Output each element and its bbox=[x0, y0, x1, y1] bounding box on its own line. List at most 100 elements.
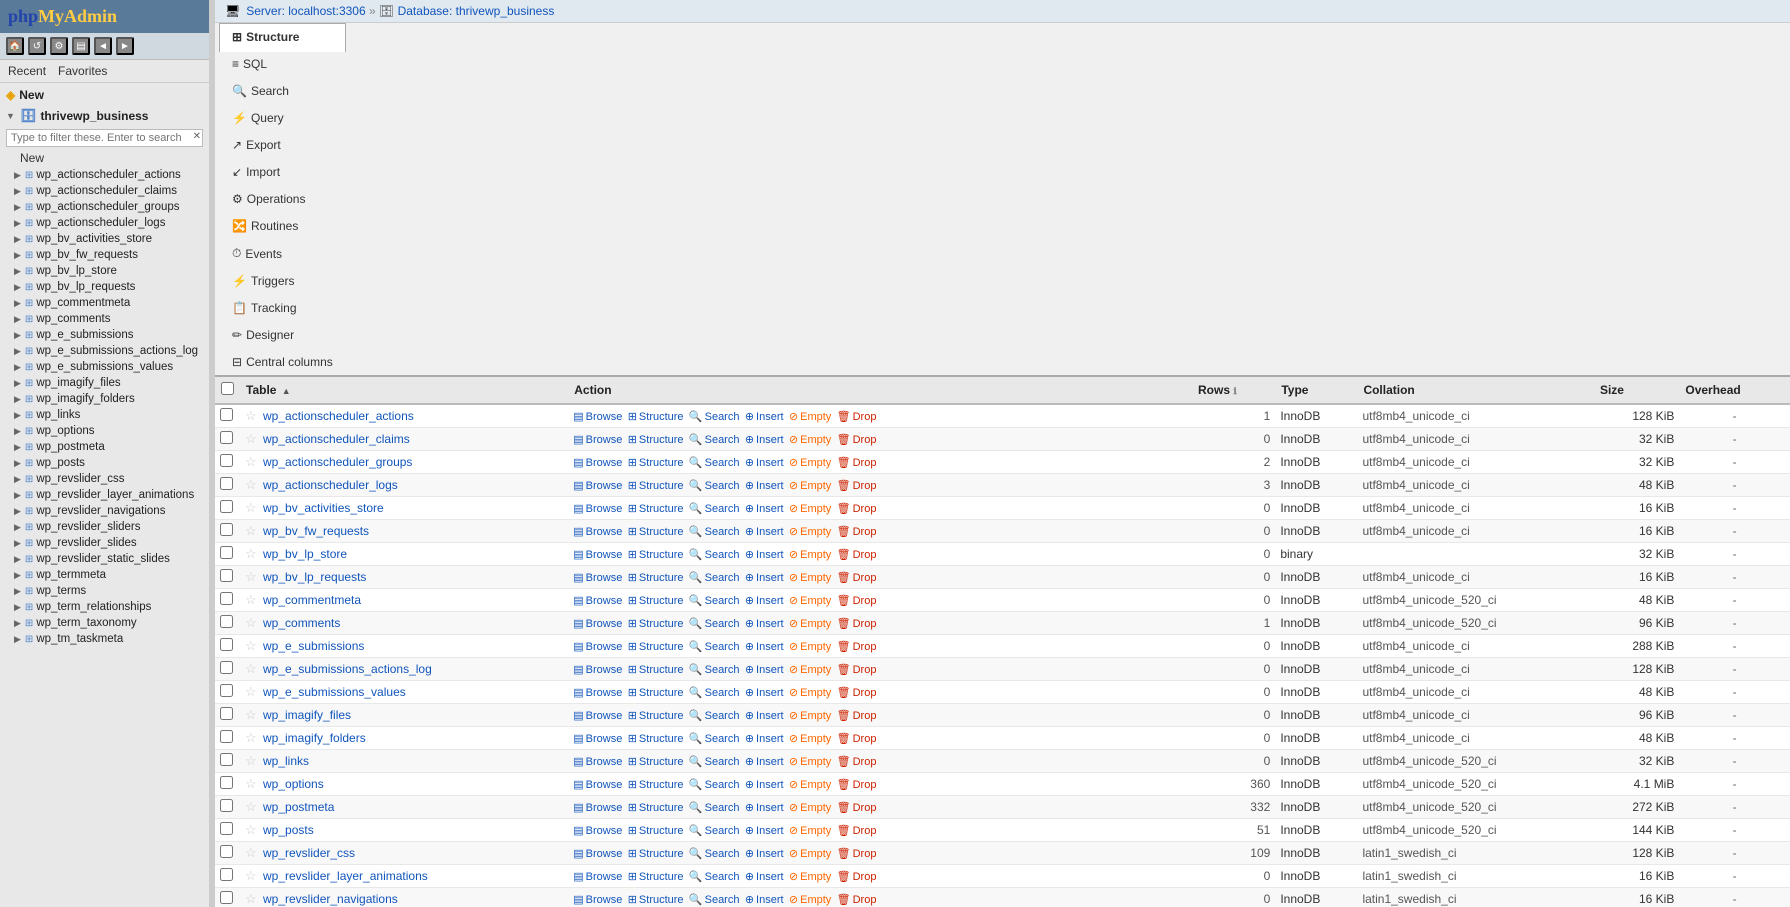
structure-btn-13[interactable]: ⊞ Structure bbox=[628, 709, 684, 722]
table-name-link-11[interactable]: wp_e_submissions_actions_log bbox=[263, 662, 432, 676]
row-star-21[interactable]: ☆ bbox=[245, 891, 257, 906]
tab-search[interactable]: 🔍Search bbox=[219, 77, 346, 104]
structure-btn-16[interactable]: ⊞ Structure bbox=[628, 778, 684, 791]
drop-btn-6[interactable]: 🗑 Drop bbox=[837, 548, 877, 561]
row-star-18[interactable]: ☆ bbox=[245, 822, 257, 837]
tab-structure[interactable]: ⊞Structure bbox=[219, 23, 346, 52]
drop-btn-13[interactable]: 🗑 Drop bbox=[837, 709, 877, 722]
tab-sql[interactable]: ≡SQL bbox=[219, 50, 346, 77]
table-name-link-13[interactable]: wp_imagify_files bbox=[263, 708, 351, 722]
settings-icon[interactable]: ⚙ bbox=[50, 37, 68, 55]
drop-btn-4[interactable]: 🗑 Drop bbox=[837, 502, 877, 515]
sidebar-table-item[interactable]: ▶ ⊞ wp_revslider_sliders bbox=[0, 519, 209, 535]
search-btn-3[interactable]: 🔍 Search bbox=[689, 479, 740, 492]
tab-routines[interactable]: 🔀Routines bbox=[219, 212, 346, 239]
row-checkbox-6[interactable] bbox=[220, 546, 233, 559]
row-star-7[interactable]: ☆ bbox=[245, 569, 257, 584]
row-star-14[interactable]: ☆ bbox=[245, 730, 257, 745]
row-star-5[interactable]: ☆ bbox=[245, 523, 257, 538]
drop-btn-1[interactable]: 🗑 Drop bbox=[837, 433, 877, 446]
sidebar-table-item[interactable]: ▶ ⊞ wp_tm_taskmeta bbox=[0, 631, 209, 647]
empty-btn-16[interactable]: ⊘ Empty bbox=[789, 778, 831, 791]
table-name-link-10[interactable]: wp_e_submissions bbox=[263, 639, 364, 653]
home-icon[interactable]: 🏠 bbox=[6, 37, 24, 55]
search-btn-19[interactable]: 🔍 Search bbox=[689, 847, 740, 860]
insert-btn-18[interactable]: ⊕ Insert bbox=[745, 824, 784, 837]
empty-btn-14[interactable]: ⊘ Empty bbox=[789, 732, 831, 745]
table-name-link-0[interactable]: wp_actionscheduler_actions bbox=[263, 409, 414, 423]
db-link[interactable]: Database: thrivewp_business bbox=[398, 4, 555, 18]
sidebar-new-top[interactable]: ◈ New bbox=[0, 85, 209, 105]
refresh-icon[interactable]: ↺ bbox=[28, 37, 46, 55]
empty-btn-21[interactable]: ⊘ Empty bbox=[789, 893, 831, 906]
row-checkbox-10[interactable] bbox=[220, 638, 233, 651]
sidebar-table-item[interactable]: ▶ ⊞ wp_term_relationships bbox=[0, 599, 209, 615]
search-btn-12[interactable]: 🔍 Search bbox=[689, 686, 740, 699]
insert-btn-19[interactable]: ⊕ Insert bbox=[745, 847, 784, 860]
table-name-link-5[interactable]: wp_bv_fw_requests bbox=[263, 524, 369, 538]
sidebar-table-item[interactable]: ▶ ⊞ wp_bv_fw_requests bbox=[0, 247, 209, 263]
row-star-4[interactable]: ☆ bbox=[245, 500, 257, 515]
browse-btn-13[interactable]: ▤ Browse bbox=[573, 709, 622, 722]
table-name-link-7[interactable]: wp_bv_lp_requests bbox=[263, 570, 366, 584]
search-btn-18[interactable]: 🔍 Search bbox=[689, 824, 740, 837]
row-checkbox-11[interactable] bbox=[220, 661, 233, 674]
search-btn-8[interactable]: 🔍 Search bbox=[689, 594, 740, 607]
tab-export[interactable]: ↗Export bbox=[219, 131, 346, 158]
browse-btn-0[interactable]: ▤ Browse bbox=[573, 410, 622, 423]
row-star-11[interactable]: ☆ bbox=[245, 661, 257, 676]
empty-btn-17[interactable]: ⊘ Empty bbox=[789, 801, 831, 814]
row-checkbox-19[interactable] bbox=[220, 845, 233, 858]
table-name-link-1[interactable]: wp_actionscheduler_claims bbox=[263, 432, 410, 446]
browse-btn-9[interactable]: ▤ Browse bbox=[573, 617, 622, 630]
insert-btn-5[interactable]: ⊕ Insert bbox=[745, 525, 784, 538]
drop-btn-5[interactable]: 🗑 Drop bbox=[837, 525, 877, 538]
empty-btn-5[interactable]: ⊘ Empty bbox=[789, 525, 831, 538]
sidebar-table-item[interactable]: ▶ ⊞ wp_e_submissions_actions_log bbox=[0, 343, 209, 359]
drop-btn-0[interactable]: 🗑 Drop bbox=[837, 410, 877, 423]
tab-central_columns[interactable]: ⊟Central columns bbox=[219, 348, 346, 375]
row-star-8[interactable]: ☆ bbox=[245, 592, 257, 607]
sidebar-table-item[interactable]: ▶ ⊞ wp_actionscheduler_actions bbox=[0, 167, 209, 183]
row-star-20[interactable]: ☆ bbox=[245, 868, 257, 883]
row-checkbox-8[interactable] bbox=[220, 592, 233, 605]
tab-query[interactable]: ⚡Query bbox=[219, 104, 346, 131]
browse-btn-8[interactable]: ▤ Browse bbox=[573, 594, 622, 607]
insert-btn-7[interactable]: ⊕ Insert bbox=[745, 571, 784, 584]
browse-btn-4[interactable]: ▤ Browse bbox=[573, 502, 622, 515]
sidebar-table-item[interactable]: ▶ ⊞ wp_imagify_files bbox=[0, 375, 209, 391]
row-star-2[interactable]: ☆ bbox=[245, 454, 257, 469]
table-header-overhead[interactable]: Overhead bbox=[1679, 377, 1790, 404]
browse-btn-20[interactable]: ▤ Browse bbox=[573, 870, 622, 883]
structure-btn-15[interactable]: ⊞ Structure bbox=[628, 755, 684, 768]
search-btn-1[interactable]: 🔍 Search bbox=[689, 433, 740, 446]
structure-btn-2[interactable]: ⊞ Structure bbox=[628, 456, 684, 469]
table-name-link-9[interactable]: wp_comments bbox=[263, 616, 340, 630]
browse-btn-14[interactable]: ▤ Browse bbox=[573, 732, 622, 745]
table-name-link-21[interactable]: wp_revslider_navigations bbox=[263, 892, 398, 906]
structure-btn-8[interactable]: ⊞ Structure bbox=[628, 594, 684, 607]
insert-btn-2[interactable]: ⊕ Insert bbox=[745, 456, 784, 469]
sidebar-table-item[interactable]: ▶ ⊞ wp_imagify_folders bbox=[0, 391, 209, 407]
insert-btn-1[interactable]: ⊕ Insert bbox=[745, 433, 784, 446]
drop-btn-7[interactable]: 🗑 Drop bbox=[837, 571, 877, 584]
insert-btn-10[interactable]: ⊕ Insert bbox=[745, 640, 784, 653]
browse-btn-6[interactable]: ▤ Browse bbox=[573, 548, 622, 561]
row-star-3[interactable]: ☆ bbox=[245, 477, 257, 492]
insert-btn-13[interactable]: ⊕ Insert bbox=[745, 709, 784, 722]
browse-btn-2[interactable]: ▤ Browse bbox=[573, 456, 622, 469]
search-btn-20[interactable]: 🔍 Search bbox=[689, 870, 740, 883]
row-star-19[interactable]: ☆ bbox=[245, 845, 257, 860]
sidebar-table-item[interactable]: ▶ ⊞ wp_actionscheduler_claims bbox=[0, 183, 209, 199]
table-name-link-14[interactable]: wp_imagify_folders bbox=[263, 731, 366, 745]
structure-btn-6[interactable]: ⊞ Structure bbox=[628, 548, 684, 561]
drop-btn-18[interactable]: 🗑 Drop bbox=[837, 824, 877, 837]
search-btn-13[interactable]: 🔍 Search bbox=[689, 709, 740, 722]
empty-btn-3[interactable]: ⊘ Empty bbox=[789, 479, 831, 492]
sidebar-table-item[interactable]: ▶ ⊞ wp_bv_lp_store bbox=[0, 263, 209, 279]
console-icon[interactable]: ▤ bbox=[72, 37, 90, 55]
structure-btn-7[interactable]: ⊞ Structure bbox=[628, 571, 684, 584]
tab-triggers[interactable]: ⚡Triggers bbox=[219, 267, 346, 294]
empty-btn-0[interactable]: ⊘ Empty bbox=[789, 410, 831, 423]
sidebar-table-item[interactable]: ▶ ⊞ wp_e_submissions_values bbox=[0, 359, 209, 375]
